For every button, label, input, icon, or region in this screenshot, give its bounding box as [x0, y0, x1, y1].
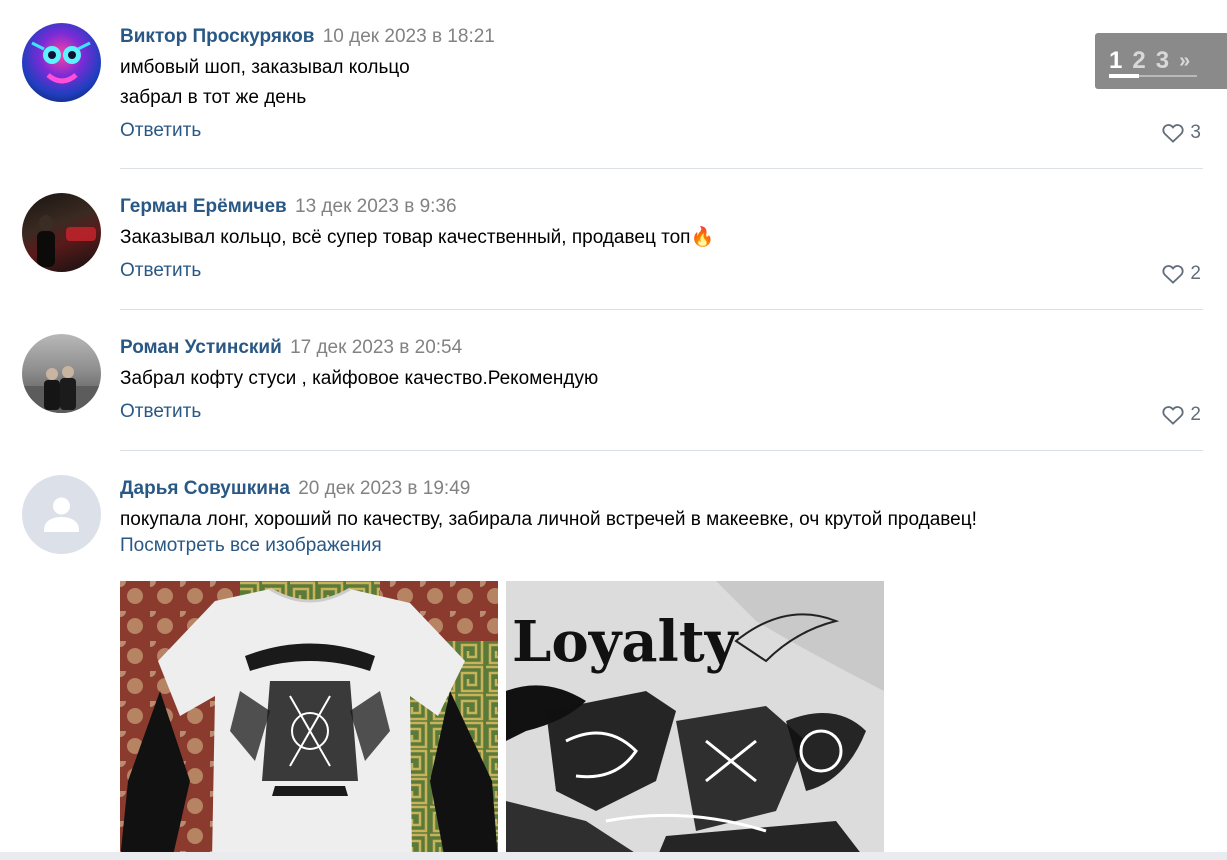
page-3-link[interactable]: 3: [1156, 47, 1169, 75]
like-button[interactable]: 2: [1162, 263, 1201, 285]
bottom-scroll-edge: [0, 852, 1227, 860]
avatar-roman[interactable]: [22, 334, 101, 413]
comment-header: Дарья Совушкина 20 дек 2023 в 19:49: [120, 477, 977, 501]
reply-button[interactable]: Ответить: [120, 401, 598, 423]
avatar-german[interactable]: [22, 193, 101, 272]
photo-image: Loyalty: [506, 581, 884, 860]
author-name[interactable]: Дарья Совушкина: [120, 478, 290, 499]
comment-header: Роман Устинский 17 дек 2023 в 20:54: [120, 336, 598, 360]
next-page-link[interactable]: »: [1179, 50, 1190, 73]
comment-date[interactable]: 13 дек 2023 в 9:36: [295, 196, 457, 217]
avatar-image: [31, 41, 91, 84]
comment-date[interactable]: 20 дек 2023 в 19:49: [298, 478, 470, 499]
comment-header: Виктор Проскуряков 10 дек 2023 в 18:21: [120, 25, 495, 49]
author-name[interactable]: Роман Устинский: [120, 337, 282, 358]
comment-text-line: забрал в тот же день: [120, 87, 307, 108]
heart-icon: [1162, 124, 1184, 143]
comment-divider: [120, 309, 1203, 310]
author-name[interactable]: Виктор Проскуряков: [120, 26, 314, 47]
like-count: 2: [1190, 404, 1201, 425]
author-name[interactable]: Герман Ерёмичев: [120, 196, 287, 217]
comment-text-line: покупала лонг, хороший по качеству, заби…: [120, 509, 977, 530]
page-2-link[interactable]: 2: [1132, 47, 1145, 75]
comment-date[interactable]: 17 дек 2023 в 20:54: [290, 337, 462, 358]
comment-text-line: имбовый шоп, заказывал кольцо: [120, 57, 410, 78]
avatar-darya[interactable]: [22, 475, 101, 554]
like-count: 3: [1190, 122, 1201, 143]
page-1-link[interactable]: 1: [1109, 47, 1122, 75]
pager-active-indicator: [1109, 74, 1139, 78]
view-all-images-link[interactable]: Посмотреть все изображения: [120, 535, 977, 557]
comment-text-line: Заказывал кольцо, всё супер товар качест…: [120, 223, 714, 253]
comment-darya: Дарья Совушкина 20 дек 2023 в 19:49 поку…: [120, 477, 977, 557]
reply-button[interactable]: Ответить: [120, 260, 714, 282]
pagination: 1 2 3 »: [1095, 33, 1227, 89]
comment-header: Герман Ерёмичев 13 дек 2023 в 9:36: [120, 195, 714, 219]
comment-viktor: Виктор Проскуряков 10 дек 2023 в 18:21 и…: [120, 25, 495, 142]
fire-emoji-icon: 🔥: [690, 227, 715, 248]
avatar-viktor[interactable]: [22, 23, 101, 102]
avatar-image: [37, 215, 96, 267]
comments-page: 1 2 3 » Виктор Проскуряков 10 дек 2023 в…: [0, 0, 1227, 860]
comment-divider: [120, 450, 1203, 451]
attached-photo-1[interactable]: [120, 581, 498, 860]
attached-photo-2[interactable]: Loyalty: [506, 581, 884, 860]
comment-text-line: Забрал кофту стуси , кайфовое качество.Р…: [120, 368, 599, 389]
user-icon: [44, 497, 79, 532]
reply-button[interactable]: Ответить: [120, 120, 495, 142]
comment-text: Заказывал кольцо, всё супер товар качест…: [120, 227, 691, 248]
print-lettering: Loyalty: [512, 609, 739, 675]
avatar-image: [22, 366, 101, 413]
like-button[interactable]: 3: [1162, 122, 1201, 144]
heart-icon: [1162, 406, 1184, 425]
comment-date[interactable]: 10 дек 2023 в 18:21: [323, 26, 495, 47]
comment-divider: [120, 168, 1203, 169]
like-count: 2: [1190, 263, 1201, 284]
comment-german: Герман Ерёмичев 13 дек 2023 в 9:36 Заказ…: [120, 195, 714, 282]
comment-roman: Роман Устинский 17 дек 2023 в 20:54 Забр…: [120, 336, 598, 423]
like-button[interactable]: 2: [1162, 404, 1201, 426]
heart-icon: [1162, 265, 1184, 284]
photo-image: [120, 581, 498, 860]
